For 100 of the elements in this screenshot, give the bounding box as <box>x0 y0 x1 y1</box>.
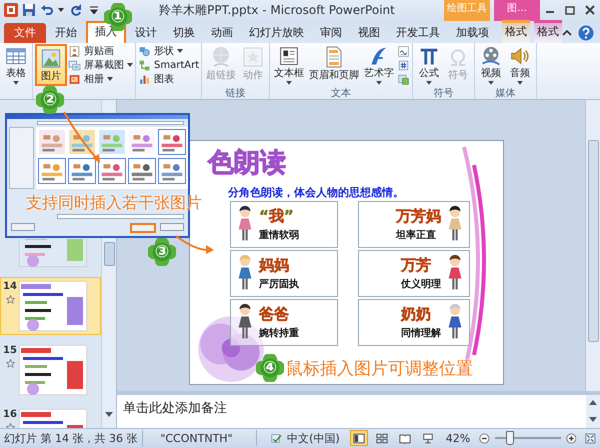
ribbon-button[interactable]: 相册 <box>68 72 133 86</box>
character-trait: 严厉固执 <box>259 278 299 291</box>
slide-number: 15 <box>3 344 17 356</box>
ribbon-button[interactable] <box>397 58 410 72</box>
character-card[interactable]: “我” 重情软弱 <box>230 200 338 248</box>
character-trait: 仗义明理 <box>401 277 441 291</box>
ribbon-tab[interactable]: 审阅 <box>313 22 349 43</box>
slide-list-item[interactable]: 16 <box>0 404 101 428</box>
normal-view-icon <box>352 432 365 444</box>
scrollbar[interactable] <box>586 394 600 428</box>
character-card[interactable]: 万芳 仗义明理 <box>358 250 470 297</box>
view-button[interactable] <box>350 430 368 446</box>
ribbon-tab[interactable]: 动画 <box>204 22 240 43</box>
redo-icon[interactable] <box>68 3 82 18</box>
language[interactable]: 中文(中国) <box>287 430 340 446</box>
places-panel <box>9 127 34 190</box>
character-card[interactable]: 奶奶 同情理解 <box>358 298 470 346</box>
app-logo-icon[interactable] <box>4 3 18 18</box>
fit-window-icon[interactable] <box>585 432 596 445</box>
caret-icon <box>127 63 133 68</box>
restore-icon[interactable] <box>564 4 576 16</box>
ribbon-button[interactable]: 视频 <box>477 44 506 86</box>
ribbon-button[interactable]: 图片 <box>35 44 67 86</box>
ribbon-tab[interactable]: 加载项 <box>449 22 496 43</box>
slide-thumbnail <box>19 344 87 395</box>
star-frame-icon <box>241 44 266 69</box>
context-tab-header: 图... <box>494 0 540 21</box>
context-tab-header: 绘图工具 <box>444 0 490 21</box>
step-badge: ④ <box>256 354 284 382</box>
ribbon-button[interactable]: 音频 <box>506 44 534 86</box>
ribbon-button[interactable]: 页眉和页脚 <box>307 44 362 86</box>
undo-icon[interactable] <box>40 3 54 18</box>
zoom-level[interactable]: 42% <box>446 432 470 445</box>
scroll-up-icon[interactable] <box>589 400 597 406</box>
help-icon[interactable] <box>578 24 594 41</box>
ribbon-tab[interactable]: 幻灯片放映 <box>242 22 311 43</box>
ribbon-button[interactable]: 公式 <box>415 44 444 86</box>
scroll-down-icon[interactable] <box>105 412 113 418</box>
character-card[interactable]: 爸爸 婉转持重 <box>230 298 338 346</box>
scrollbar[interactable] <box>585 100 600 391</box>
slide-list-item[interactable]: 15 <box>0 340 101 399</box>
caret-icon[interactable] <box>58 8 64 12</box>
photo-album-icon <box>68 72 81 86</box>
arrow <box>175 235 214 254</box>
scroll-down-icon[interactable] <box>589 416 597 423</box>
save-icon[interactable] <box>22 3 36 18</box>
character-trait: 同情理解 <box>401 326 441 340</box>
projector-icon <box>422 432 434 444</box>
ribbon-tab[interactable]: 开发工具 <box>389 22 447 43</box>
caret-icon <box>107 77 113 82</box>
file-tab[interactable]: 文件 <box>4 22 46 43</box>
character-name: 万芳妈 <box>396 206 441 226</box>
ribbon-button[interactable]: SmartArt <box>138 58 200 72</box>
close-icon[interactable] <box>584 4 596 16</box>
caret-icon <box>488 81 494 85</box>
ribbon-tab[interactable]: 切换 <box>166 22 202 43</box>
character-trait: 坦率正直 <box>396 228 437 242</box>
portrait-icon <box>68 44 81 58</box>
path-field[interactable] <box>37 120 184 126</box>
caret-icon <box>286 81 292 85</box>
slide-list-item[interactable]: 14 <box>0 276 101 335</box>
customize-caret-icon[interactable] <box>90 6 98 14</box>
ribbon-button[interactable] <box>397 44 410 58</box>
ribbon-button[interactable]: 表格 <box>2 44 30 86</box>
character-trait: 重情软弱 <box>259 228 299 242</box>
notes-field[interactable]: 单击此处添加备注 <box>117 394 586 428</box>
ribbon-button[interactable]: 形状 <box>138 44 200 58</box>
ribbon-button[interactable]: 艺术字 <box>362 44 396 86</box>
ribbon-tab[interactable]: 视图 <box>351 22 387 43</box>
picture-icon <box>39 46 63 70</box>
ribbon-button[interactable]: 剪贴画 <box>68 44 133 58</box>
dialog-button[interactable] <box>11 222 35 231</box>
ribbon-button[interactable]: 图表 <box>138 72 200 86</box>
dialog-button[interactable] <box>160 222 184 231</box>
file-name-field[interactable] <box>57 214 184 219</box>
ribbon-button[interactable]: 屏幕截图 <box>68 58 133 72</box>
scroll-thumb[interactable] <box>104 242 115 266</box>
book-icon <box>398 432 411 444</box>
group-label: 媒体 <box>494 88 517 99</box>
ribbon-button[interactable]: 文本框 <box>272 44 306 86</box>
collapse-ribbon-icon[interactable] <box>562 28 572 38</box>
group-label: 文本 <box>330 88 352 99</box>
slide-number: 16 <box>3 408 17 420</box>
caret-icon <box>376 81 382 85</box>
shapes-icon <box>138 44 151 58</box>
caret-icon <box>426 81 432 85</box>
zoom-out-icon[interactable] <box>479 432 490 445</box>
window-title: 羚羊木雕PPT.pptx - Microsoft PowerPoint <box>159 2 395 18</box>
slider-thumb[interactable] <box>506 431 514 446</box>
theme-name: "CCONTNTH" <box>160 432 233 445</box>
ribbon-button[interactable] <box>397 72 410 86</box>
spellcheck-icon[interactable] <box>271 432 282 445</box>
character-card[interactable]: 万芳妈 坦率正直 <box>358 200 470 248</box>
screen-capture-icon <box>68 58 81 72</box>
zoom-in-icon[interactable] <box>566 432 576 445</box>
character-name: 奶奶 <box>401 304 432 324</box>
caret-icon <box>13 81 19 85</box>
ribbon-tab[interactable]: 开始 <box>48 22 84 43</box>
character-card[interactable]: 妈妈 严厉固执 <box>230 250 338 297</box>
scroll-thumb[interactable] <box>588 140 599 342</box>
